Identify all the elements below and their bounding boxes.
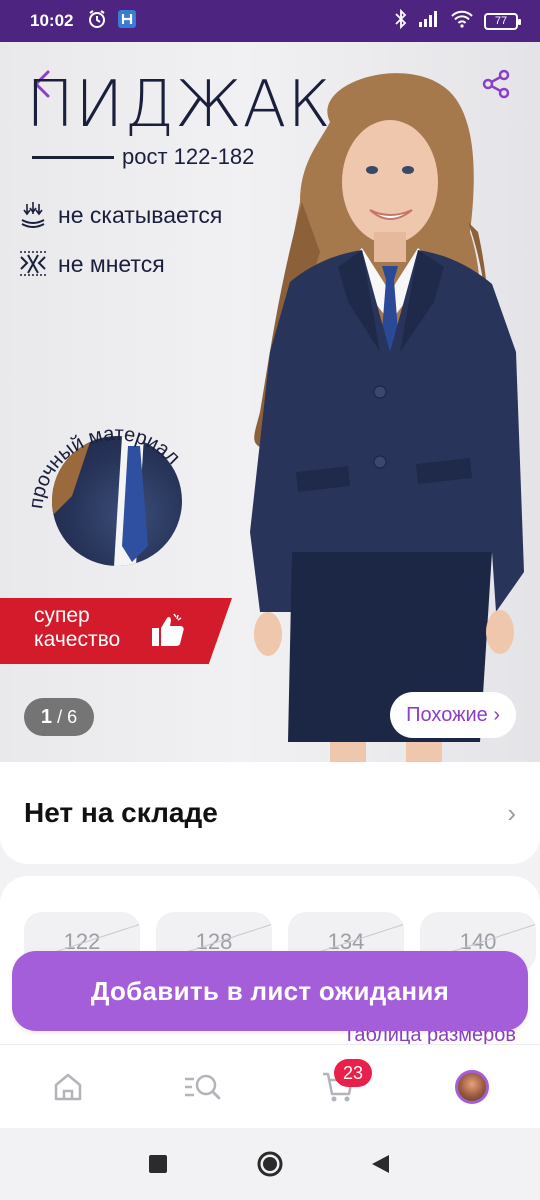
material-arc-text: прочный материал — [25, 423, 184, 510]
pager-total: / 6 — [57, 706, 78, 727]
promo-banner: супер качество — [0, 598, 232, 664]
promo-line-1: супер — [34, 604, 90, 627]
height-range-text: рост 122-182 — [122, 144, 255, 169]
avatar — [455, 1070, 489, 1104]
app-notification-icon — [117, 9, 137, 34]
share-icon[interactable] — [480, 68, 512, 100]
thumbs-up-icon — [152, 613, 184, 646]
profile-avatar[interactable] — [452, 1067, 492, 1107]
battery-indicator: 77 — [484, 12, 521, 30]
signal-icon — [418, 10, 440, 33]
home-button-icon[interactable] — [256, 1150, 284, 1178]
image-pager: 1 / 6 — [24, 698, 94, 736]
stock-status-label: Нет на складе — [24, 797, 218, 828]
wifi-icon — [450, 10, 474, 33]
back-button-icon[interactable] — [366, 1150, 394, 1178]
bottom-navigation: 23 — [0, 1044, 540, 1128]
product-banner-title: ПИДЖАК — [26, 68, 332, 142]
product-screen: 10:02 77 ПИДЖАК рост 122-182 не скатывае… — [0, 0, 540, 1200]
model-photo — [250, 73, 524, 762]
stock-status-row[interactable]: Нет на складе › — [0, 762, 540, 864]
cart-count-badge: 23 — [334, 1059, 372, 1087]
status-icons: 77 — [394, 8, 521, 34]
material-closeup: прочный материал — [22, 396, 202, 576]
recent-apps-icon[interactable] — [144, 1150, 172, 1178]
bluetooth-icon — [394, 8, 408, 34]
no-wrinkle-icon — [20, 251, 46, 276]
status-time: 10:02 — [30, 11, 74, 30]
feature-no-wrinkle: не мнется — [18, 249, 165, 279]
feature-no-pilling: не скатывается — [18, 200, 222, 230]
feature-label: не мнется — [58, 250, 165, 277]
chevron-right-icon: › — [507, 797, 516, 828]
alarm-icon — [87, 9, 107, 34]
add-to-waitlist-button[interactable]: Добавить в лист ожидания — [12, 951, 528, 1031]
similar-products-button[interactable]: Похожие › — [390, 692, 516, 738]
status-bar: 10:02 77 — [0, 0, 540, 42]
home-icon[interactable] — [48, 1067, 88, 1107]
catalog-search-icon[interactable] — [182, 1067, 222, 1107]
no-pilling-icon — [21, 202, 45, 228]
decorative-line — [32, 156, 114, 159]
promo-line-2: качество — [34, 628, 121, 651]
product-image-gallery[interactable]: ПИДЖАК рост 122-182 не скатывается не мн… — [0, 42, 540, 762]
material-label: прочный материал — [25, 423, 184, 510]
pager-current: 1 — [40, 705, 53, 728]
svg-text:прочный материал: прочный материал — [25, 423, 184, 510]
feature-label: не скатывается — [58, 201, 223, 228]
system-navigation-bar — [0, 1128, 540, 1200]
